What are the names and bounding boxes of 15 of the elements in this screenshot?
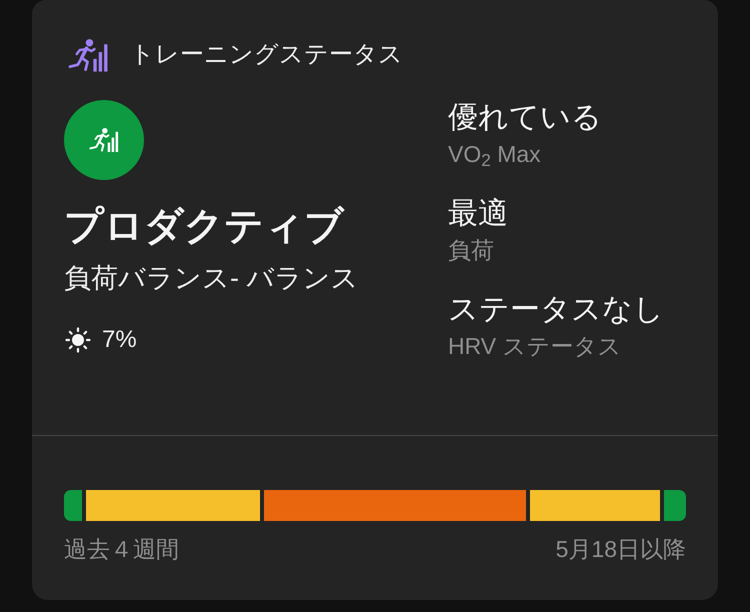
range-end-label: 5月18日以降 — [556, 535, 686, 563]
metric-value: ステータスなし — [448, 292, 664, 328]
heat-reading: 7% — [102, 325, 137, 355]
metric-label: 負荷 — [448, 236, 495, 264]
range-start-label: 過去４週間 — [64, 535, 179, 563]
metric-value: 最適 — [448, 196, 509, 232]
metric-value: 優れている — [448, 100, 603, 136]
runner-with-bars-icon — [68, 38, 109, 72]
card-title: トレーニングステータス — [130, 40, 403, 70]
runner-badge-icon — [64, 100, 144, 180]
metric-label: HRV ステータス — [448, 332, 623, 360]
status-subtitle: 負荷バランス- バランス — [64, 262, 358, 294]
metric-label: VO$_{2}$ Max — [448, 140, 542, 168]
status-title: プロダクティブ — [64, 204, 344, 250]
sun-icon — [65, 327, 91, 353]
